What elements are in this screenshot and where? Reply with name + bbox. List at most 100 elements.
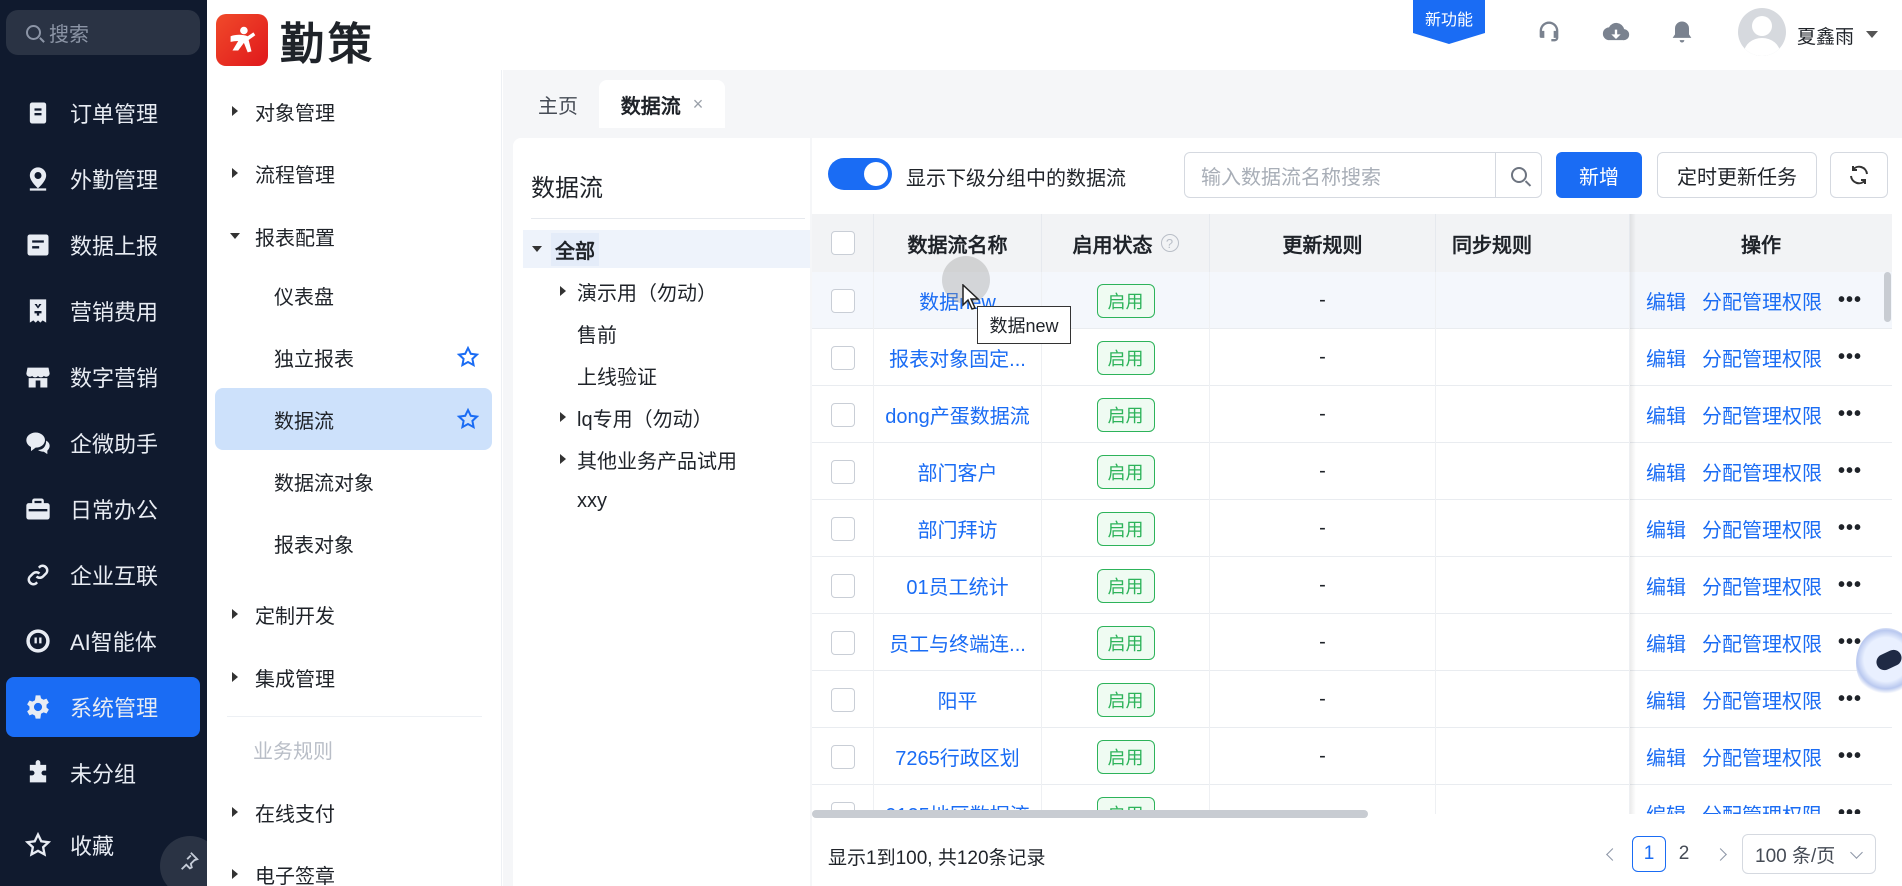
submenu-group-objects[interactable]: 对象管理 [207, 88, 502, 134]
assign-permission-link[interactable]: 分配管理权限 [1702, 400, 1822, 429]
edit-link[interactable]: 编辑 [1646, 343, 1686, 372]
nav-item-wecom[interactable]: 企微助手 [6, 413, 200, 473]
nav-item-marketing-cost[interactable]: 营销费用 [6, 281, 200, 341]
dataflow-name-link[interactable]: 阳平 [938, 685, 978, 714]
row-checkbox[interactable] [830, 402, 855, 427]
caret-right-icon[interactable] [549, 412, 577, 422]
assign-permission-link[interactable]: 分配管理权限 [1702, 457, 1822, 486]
nav-item-digital-marketing[interactable]: 数字营销 [6, 347, 200, 407]
star-icon[interactable] [456, 345, 480, 369]
row-checkbox[interactable] [830, 687, 855, 712]
more-actions-icon[interactable]: ••• [1838, 745, 1862, 768]
more-actions-icon[interactable]: ••• [1838, 802, 1862, 814]
new-feature-badge[interactable]: 新功能 [1413, 0, 1485, 44]
assign-permission-link[interactable]: 分配管理权限 [1702, 685, 1822, 714]
edit-link[interactable]: 编辑 [1646, 628, 1686, 657]
submenu-group-online-payment[interactable]: 在线支付 [207, 789, 502, 835]
avatar[interactable] [1738, 8, 1786, 56]
show-subgroup-toggle[interactable] [828, 158, 892, 190]
submenu-group-e-signature[interactable]: 电子签章 [207, 851, 502, 886]
page-button-current[interactable]: 1 [1632, 836, 1666, 872]
search-button[interactable] [1495, 153, 1541, 197]
tree-node-all[interactable]: 全部 [523, 230, 810, 268]
more-actions-icon[interactable]: ••• [1838, 688, 1862, 711]
dataflow-name-link[interactable]: 报表对象固定... [889, 343, 1026, 372]
dataflow-name-link[interactable]: 部门拜访 [918, 514, 998, 543]
row-checkbox[interactable] [830, 516, 855, 541]
more-actions-icon[interactable]: ••• [1838, 346, 1862, 369]
row-checkbox[interactable] [830, 573, 855, 598]
schedule-task-button[interactable]: 定时更新任务 [1657, 152, 1817, 198]
submenu-group-report-config[interactable]: 报表配置 [207, 213, 502, 259]
cloud-download-icon[interactable] [1602, 18, 1630, 46]
assign-permission-link[interactable]: 分配管理权限 [1702, 571, 1822, 600]
nav-item-office[interactable]: 日常办公 [6, 479, 200, 539]
edit-link[interactable]: 编辑 [1646, 742, 1686, 771]
nav-item-data-report[interactable]: 数据上报 [6, 215, 200, 275]
submenu-item-dataflow-object[interactable]: 数据流对象 [215, 450, 492, 512]
dataflow-name-link[interactable]: dong产蛋数据流 [885, 400, 1030, 429]
tree-node[interactable]: 演示用（勿动） [549, 272, 717, 310]
bell-icon[interactable] [1668, 18, 1696, 46]
chevron-down-icon[interactable] [1866, 31, 1878, 38]
caret-right-icon[interactable] [549, 454, 577, 464]
submenu-group-integration[interactable]: 集成管理 [207, 654, 502, 700]
edit-link[interactable]: 编辑 [1646, 799, 1686, 814]
assign-permission-link[interactable]: 分配管理权限 [1702, 514, 1822, 543]
headset-icon[interactable] [1535, 18, 1563, 46]
edit-link[interactable]: 编辑 [1646, 685, 1686, 714]
nav-item-orders[interactable]: 订单管理 [6, 83, 200, 143]
nav-item-interconnect[interactable]: 企业互联 [6, 545, 200, 605]
nav-item-ai-agent[interactable]: AI智能体 [6, 611, 200, 671]
table-row[interactable]: 01员工统计 启用 - 编辑 分配管理权限 ••• [812, 557, 1892, 614]
edit-link[interactable]: 编辑 [1646, 400, 1686, 429]
refresh-button[interactable] [1830, 152, 1888, 198]
add-button[interactable]: 新增 [1556, 152, 1642, 198]
tree-node[interactable]: 其他业务产品试用 [549, 440, 737, 478]
user-name[interactable]: 夏鑫雨 [1797, 22, 1854, 49]
row-checkbox[interactable] [830, 459, 855, 484]
table-row[interactable]: 员工与终端连... 启用 - 编辑 分配管理权限 ••• [812, 614, 1892, 671]
dataflow-name-link[interactable]: 01员工统计 [906, 571, 1008, 600]
submenu-item-dataflow[interactable]: 数据流 [215, 388, 492, 450]
dataflow-name-link[interactable]: 员工与终端连... [889, 628, 1026, 657]
horizontal-scrollbar[interactable] [812, 810, 1368, 818]
search-input[interactable]: 输入数据流名称搜索 [1184, 152, 1542, 198]
assign-permission-link[interactable]: 分配管理权限 [1702, 628, 1822, 657]
nav-item-system-admin[interactable]: 系统管理 [6, 677, 200, 737]
close-icon[interactable]: × [693, 94, 704, 115]
row-checkbox[interactable] [830, 744, 855, 769]
next-page-button[interactable] [1708, 836, 1732, 872]
more-actions-icon[interactable]: ••• [1838, 403, 1862, 426]
caret-right-icon[interactable] [549, 286, 577, 296]
table-row[interactable]: 报表对象固定... 启用 - 编辑 分配管理权限 ••• [812, 329, 1892, 386]
edit-link[interactable]: 编辑 [1646, 571, 1686, 600]
nav-search-input[interactable]: 搜索 [6, 10, 200, 55]
column-header-status[interactable]: 启用状态 ? [1042, 214, 1210, 272]
submenu-item-dashboard[interactable]: 仪表盘 [215, 264, 492, 326]
table-row[interactable]: 7265行政区划 启用 - 编辑 分配管理权限 ••• [812, 728, 1892, 785]
tree-node[interactable]: 上线验证 [577, 356, 657, 394]
edit-link[interactable]: 编辑 [1646, 286, 1686, 315]
more-actions-icon[interactable]: ••• [1838, 460, 1862, 483]
table-row[interactable]: 部门客户 启用 - 编辑 分配管理权限 ••• [812, 443, 1892, 500]
column-header[interactable]: 同步规则 [1436, 214, 1630, 272]
row-checkbox[interactable] [830, 345, 855, 370]
tab-dataflow[interactable]: 数据流 × [599, 80, 725, 128]
more-actions-icon[interactable]: ••• [1838, 574, 1862, 597]
tree-node[interactable]: 售前 [577, 314, 617, 352]
tab-home[interactable]: 主页 [519, 80, 597, 128]
assign-permission-link[interactable]: 分配管理权限 [1702, 286, 1822, 315]
page-button[interactable]: 2 [1672, 836, 1696, 872]
submenu-group-process[interactable]: 流程管理 [207, 150, 502, 196]
more-actions-icon[interactable]: ••• [1838, 517, 1862, 540]
nav-item-field[interactable]: 外勤管理 [6, 149, 200, 209]
column-header[interactable]: 更新规则 [1210, 214, 1436, 272]
caret-down-icon[interactable] [523, 246, 551, 252]
edit-link[interactable]: 编辑 [1646, 457, 1686, 486]
tree-node[interactable]: xxy [577, 482, 607, 520]
assign-permission-link[interactable]: 分配管理权限 [1702, 799, 1822, 814]
prev-page-button[interactable] [1600, 836, 1624, 872]
table-row[interactable]: dong产蛋数据流 启用 - 编辑 分配管理权限 ••• [812, 386, 1892, 443]
assign-permission-link[interactable]: 分配管理权限 [1702, 343, 1822, 372]
